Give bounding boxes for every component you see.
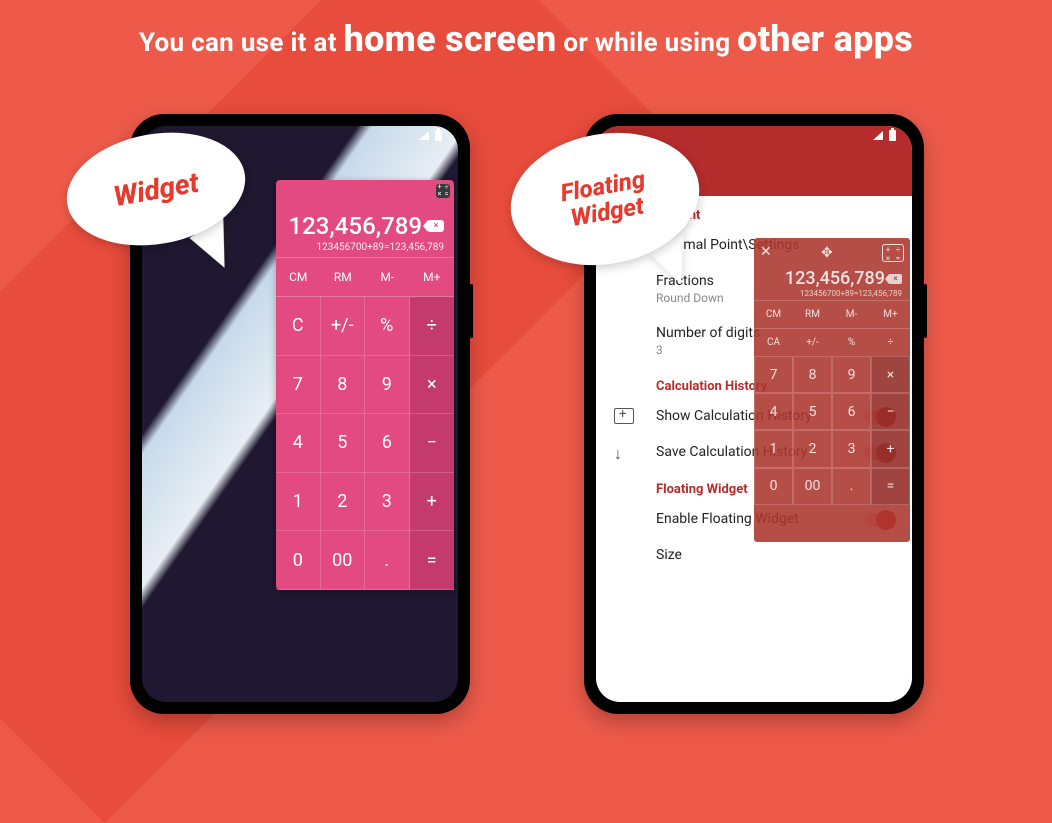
key-sub[interactable]: −	[410, 414, 455, 473]
key-3[interactable]: 3	[365, 473, 410, 532]
key-add[interactable]: +	[410, 473, 455, 532]
fkey-1[interactable]: 1	[754, 430, 793, 467]
status-bar	[419, 130, 442, 141]
key-2[interactable]: 2	[321, 473, 366, 532]
backspace-icon[interactable]: ×	[889, 274, 902, 284]
mem-cm[interactable]: CM	[276, 258, 321, 296]
key-div[interactable]: ÷	[410, 297, 455, 356]
fkey-9[interactable]: 9	[832, 356, 871, 393]
headline: You can use it at home screen or while u…	[0, 18, 1052, 60]
key-percent[interactable]: %	[365, 297, 410, 356]
key-dot[interactable]: .	[365, 531, 410, 590]
bubble-text: Widget	[111, 165, 201, 212]
headline-emphasis: other apps	[737, 18, 913, 60]
key-0[interactable]: 0	[276, 531, 321, 590]
fkey-2[interactable]: 2	[793, 430, 832, 467]
fkey-ca[interactable]: CA	[754, 329, 793, 356]
fkey-4[interactable]: 4	[754, 393, 793, 430]
key-8[interactable]: 8	[321, 356, 366, 415]
key-5[interactable]: 5	[321, 414, 366, 473]
key-9[interactable]: 9	[365, 356, 410, 415]
key-00[interactable]: 00	[321, 531, 366, 590]
calc-expression: 123456700+89=123,456,789	[286, 242, 444, 253]
expand-icon[interactable]: +÷×=	[882, 244, 904, 262]
headline-emphasis: home screen	[344, 18, 557, 60]
float-keypad: 7 8 9 × 4 5 6 − 1 2 3 + 0 00 . =	[754, 356, 910, 542]
fmem-cm[interactable]: CM	[754, 301, 793, 328]
fkey-sign[interactable]: +/-	[793, 329, 832, 356]
fkey-5[interactable]: 5	[793, 393, 832, 430]
battery-icon	[889, 130, 896, 141]
signal-icon	[873, 131, 883, 140]
row-label: Size	[656, 547, 894, 563]
headline-part: You can use it at	[139, 28, 344, 58]
widget-apps-icon[interactable]: +÷×=	[436, 184, 450, 198]
fkey-8[interactable]: 8	[793, 356, 832, 393]
fkey-sub[interactable]: −	[871, 393, 910, 430]
key-7[interactable]: 7	[276, 356, 321, 415]
signal-icon	[419, 131, 429, 140]
key-mul[interactable]: ×	[410, 356, 455, 415]
battery-icon	[435, 130, 442, 141]
fkey-7[interactable]: 7	[754, 356, 793, 393]
history-show-icon	[614, 408, 634, 424]
fkey-3[interactable]: 3	[832, 430, 871, 467]
float-display: 123,456,789 × 123456700+89=123,456,789	[754, 264, 910, 300]
float-func-row: CA +/- % ÷	[754, 328, 910, 356]
mem-rm[interactable]: RM	[321, 258, 366, 296]
move-icon[interactable]: ✥	[818, 244, 836, 262]
calc-result: 123,456,789	[289, 212, 423, 240]
float-result: 123,456,789	[785, 268, 885, 289]
floating-calculator[interactable]: ✕ ✥ +÷×= 123,456,789 × 123456700+89=123,…	[754, 238, 910, 542]
row-size[interactable]: Size	[596, 537, 912, 573]
key-eq[interactable]: =	[410, 531, 455, 590]
key-1[interactable]: 1	[276, 473, 321, 532]
download-icon	[614, 444, 634, 460]
key-6[interactable]: 6	[365, 414, 410, 473]
memory-row: CM RM M- M+	[276, 257, 454, 297]
calc-display: 123,456,789 × 123456700+89=123,456,789	[276, 180, 454, 257]
fkey-6[interactable]: 6	[832, 393, 871, 430]
fkey-add[interactable]: +	[871, 430, 910, 467]
fkey-0[interactable]: 0	[754, 468, 793, 505]
fkey-mul[interactable]: ×	[871, 356, 910, 393]
fmem-minus[interactable]: M-	[832, 301, 871, 328]
keypad: C +/- % ÷ 7 8 9 × 4 5 6 − 1 2 3 + 0 00 .…	[276, 297, 454, 590]
key-4[interactable]: 4	[276, 414, 321, 473]
fkey-div[interactable]: ÷	[871, 329, 910, 356]
status-bar	[873, 130, 896, 141]
fmem-plus[interactable]: M+	[871, 301, 910, 328]
fkey-percent[interactable]: %	[832, 329, 871, 356]
mem-plus[interactable]: M+	[410, 258, 455, 296]
fkey-00[interactable]: 00	[793, 468, 832, 505]
headline-part: or while using	[557, 28, 738, 58]
calculator-widget[interactable]: +÷×= 123,456,789 × 123456700+89=123,456,…	[276, 180, 454, 590]
key-sign[interactable]: +/-	[321, 297, 366, 356]
fkey-eq[interactable]: =	[871, 468, 910, 505]
close-icon[interactable]: ✕	[760, 244, 772, 262]
float-mem-row: CM RM M- M+	[754, 300, 910, 328]
fkey-dot[interactable]: .	[832, 468, 871, 505]
key-clear[interactable]: C	[276, 297, 321, 356]
mem-minus[interactable]: M-	[365, 258, 410, 296]
backspace-icon[interactable]: ×	[428, 220, 444, 232]
fmem-rm[interactable]: RM	[793, 301, 832, 328]
float-expression: 123456700+89=123,456,789	[762, 289, 902, 298]
